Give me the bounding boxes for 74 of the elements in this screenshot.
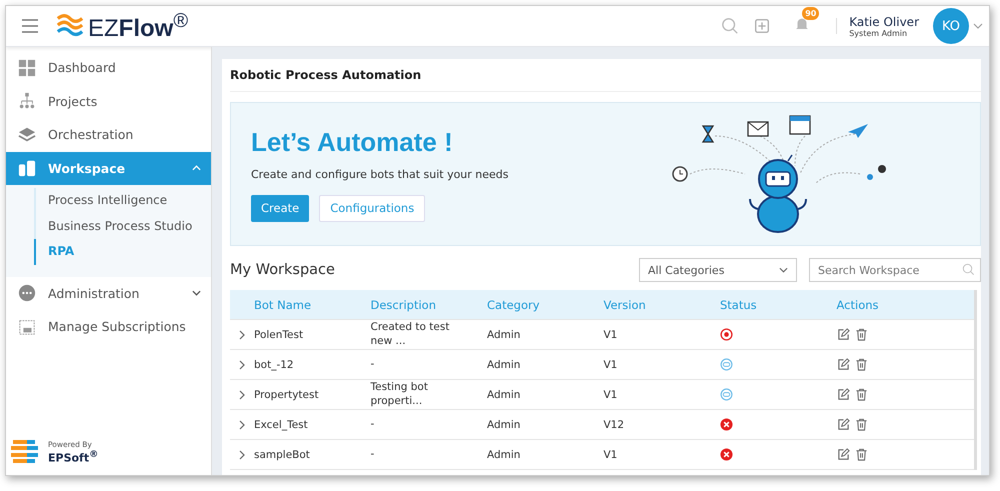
nav-label: Orchestration	[48, 127, 134, 142]
user-role: System Admin	[849, 28, 908, 38]
chevron-down-icon	[779, 267, 788, 273]
expand-icon[interactable]	[239, 420, 245, 430]
edit-icon[interactable]	[836, 388, 850, 401]
app-logo: EZFlow$^{®}$	[88, 10, 188, 42]
table-cell-text: sampleBot	[254, 448, 311, 460]
nav-label: Workspace	[48, 160, 126, 176]
notification-count: 90	[802, 7, 820, 20]
table-cell-text: Admin	[487, 358, 522, 370]
layers-icon	[18, 126, 36, 144]
column-header: Category	[487, 298, 541, 312]
table-cell-text: -	[370, 358, 376, 372]
page-title: Robotic Process Automation	[230, 59, 981, 92]
table-cell-text: -	[370, 448, 376, 462]
user-name: Katie Oliver	[849, 14, 919, 28]
column-header: Actions	[836, 298, 880, 312]
sidebar-item[interactable]: Administration	[6, 276, 211, 310]
sidebar-item[interactable]: Dashboard	[6, 51, 211, 84]
expand-icon[interactable]	[239, 330, 245, 340]
nav-label: Administration	[48, 286, 140, 301]
expand-icon[interactable]	[239, 360, 245, 370]
chevron-icon	[192, 165, 201, 172]
search-field[interactable]: Search Workspace	[809, 258, 981, 282]
table-cell-text: Excel_Test	[254, 418, 309, 430]
category-dropdown[interactable]: All Categories	[639, 258, 797, 282]
table-cell-text: Propertytest	[254, 388, 320, 400]
delete-icon[interactable]	[854, 448, 868, 461]
more-icon	[18, 284, 36, 302]
brand-name: EPSoft$^{®}$	[48, 448, 98, 464]
sidebar-item[interactable]: Manage Subscriptions	[6, 310, 211, 344]
logo-icon	[56, 13, 84, 39]
section-title: My Workspace	[230, 262, 335, 278]
card-icon	[18, 318, 36, 336]
table-cell-text: V1	[604, 358, 618, 370]
table-cell-text: V1	[604, 448, 618, 460]
table-cell-text: V12	[604, 418, 626, 430]
column-header: Bot Name	[254, 298, 312, 312]
column-header: Status	[720, 298, 758, 312]
table-cell-text: bot_-12	[254, 358, 295, 370]
grid-icon	[18, 58, 36, 77]
table-cell-text: V1	[604, 388, 618, 400]
delete-icon[interactable]	[854, 388, 868, 401]
edit-icon[interactable]	[836, 328, 850, 341]
table-cell-text: PolenTest	[254, 328, 304, 340]
expand-icon[interactable]	[239, 390, 245, 400]
column-header: Version	[604, 298, 647, 312]
table-cell-text: -	[370, 418, 376, 432]
sidebar-item[interactable]: Projects	[6, 84, 211, 118]
sidebar-item[interactable]: Orchestration	[6, 118, 211, 152]
chevron-down-icon[interactable]	[973, 23, 983, 29]
table-cell-text: Admin	[487, 448, 522, 460]
nav-label: Manage Subscriptions	[48, 319, 187, 334]
edit-icon[interactable]	[836, 358, 850, 371]
expand-icon[interactable]	[239, 450, 245, 460]
edit-icon[interactable]	[836, 418, 850, 431]
nav-label: Dashboard	[48, 60, 117, 76]
nav-label: Projects	[48, 94, 98, 109]
table-cell-text: Admin	[487, 388, 522, 400]
menu-icon[interactable]	[22, 19, 38, 33]
chevron-icon	[192, 290, 201, 296]
hero-subtitle: Create and configure bots that suit your needs	[251, 168, 510, 180]
table-cell-text: V1	[604, 328, 618, 340]
table-cell-text: Admin	[487, 418, 522, 430]
table-cell-text: Admin	[487, 328, 522, 340]
column-header: Description	[370, 298, 437, 312]
hero-heading: Let’s Automate !	[251, 126, 454, 158]
edit-icon[interactable]	[836, 448, 850, 461]
table-cell-text: Testing bot properti...	[370, 381, 429, 408]
delete-icon[interactable]	[854, 358, 868, 371]
delete-icon[interactable]	[854, 418, 868, 431]
table-cell-text: Created to test new ...	[370, 321, 450, 348]
delete-icon[interactable]	[854, 328, 868, 341]
hierarchy-icon	[18, 92, 36, 110]
